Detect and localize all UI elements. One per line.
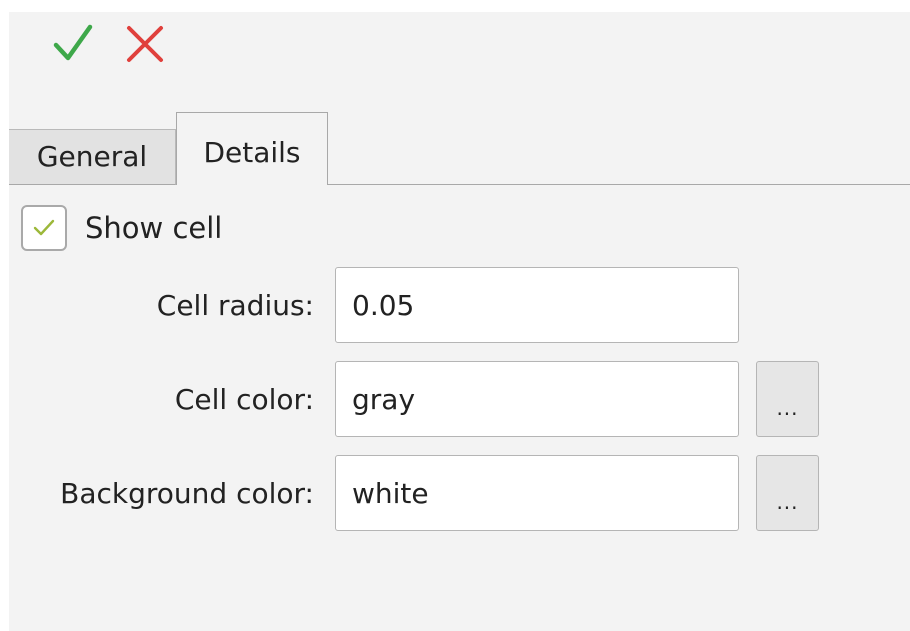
cell-color-label: Cell color: (174, 382, 314, 416)
apply-button[interactable] (49, 20, 97, 68)
tab-bar: General Details (9, 112, 910, 185)
background-color-picker-label: ... (776, 490, 799, 514)
background-color-input[interactable]: white (335, 455, 739, 531)
details-panel: Show cell Cell radius: 0.05 Cell color: … (9, 185, 910, 631)
check-mark-icon (33, 219, 55, 236)
background-color-row: Background color: white ... (9, 455, 910, 531)
background-color-value: white (352, 476, 429, 510)
tab-details[interactable]: Details (176, 112, 328, 185)
background-color-picker-button[interactable]: ... (756, 455, 819, 531)
tab-general[interactable]: General (9, 129, 176, 185)
cell-radius-label: Cell radius: (156, 288, 314, 322)
cell-color-value: gray (352, 382, 416, 416)
checkmark-icon (53, 24, 93, 61)
show-cell-label: Show cell (85, 211, 223, 245)
cell-radius-input[interactable]: 0.05 (335, 267, 739, 343)
background-color-label: Background color: (60, 476, 314, 510)
settings-dialog: General Details Show cell Cell radius: 0… (9, 12, 910, 631)
cell-color-input[interactable]: gray (335, 361, 739, 437)
cell-color-picker-label: ... (776, 396, 799, 420)
show-cell-option[interactable]: Show cell (21, 202, 222, 254)
cell-color-row: Cell color: gray ... (9, 361, 910, 437)
cancel-button[interactable] (121, 20, 169, 68)
tab-general-label: General (36, 140, 148, 173)
toolbar (9, 12, 910, 112)
cell-radius-value: 0.05 (352, 288, 415, 322)
cell-color-picker-button[interactable]: ... (756, 361, 819, 437)
close-icon (127, 26, 163, 62)
show-cell-checkbox[interactable] (21, 205, 67, 251)
tab-details-label: Details (203, 136, 301, 169)
cell-radius-row: Cell radius: 0.05 (9, 267, 910, 343)
